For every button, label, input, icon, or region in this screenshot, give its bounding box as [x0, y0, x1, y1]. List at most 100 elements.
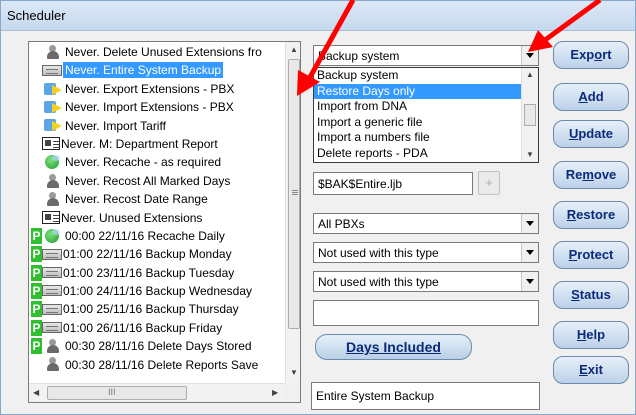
button-accelerator-key: P	[568, 247, 578, 262]
user-icon	[42, 339, 64, 354]
exit-button[interactable]: Exit	[553, 356, 629, 384]
priority-badge	[31, 136, 42, 152]
schedule-type-combo[interactable]: Backup system	[313, 45, 539, 66]
doc-icon	[42, 210, 60, 224]
remove-button[interactable]: Remove	[553, 161, 629, 189]
schedule-item-label: 01:00 24/11/16 Backup Wednesday	[63, 283, 253, 298]
dropdown-scrollbar[interactable]: ▲ ▼	[521, 68, 538, 162]
doc-icon	[42, 137, 60, 151]
button-label-part: ove	[593, 167, 617, 182]
schedule-type-dropdown[interactable]: Backup system Restore Days only Import fro…	[313, 67, 539, 163]
schedule-list-item[interactable]: P 00:30 28/11/16 Delete Days Stored	[29, 336, 285, 355]
restore-button[interactable]: Restore	[553, 201, 629, 229]
scroll-right-arrow-icon[interactable]: ▶	[272, 388, 278, 397]
list-vertical-scrollbar[interactable]: ▲ ▼	[285, 42, 300, 383]
dropdown-scroll-up-icon[interactable]: ▲	[526, 70, 534, 79]
schedule-item-label: 00:30 28/11/16 Delete Reports Save	[65, 357, 259, 372]
schedule-list-item[interactable]: P 01:00 26/11/16 Backup Friday	[29, 318, 285, 336]
option-combo-1-value: Not used with this type	[318, 246, 439, 260]
schedule-list-item[interactable]: P 01:00 22/11/16 Backup Monday	[29, 244, 285, 263]
list-vertical-scroll-thumb[interactable]	[288, 59, 300, 329]
export-button[interactable]: Export	[553, 41, 629, 69]
tape-icon	[42, 267, 62, 279]
schedule-list-item[interactable]: Never. Recost All Marked Days	[29, 171, 285, 189]
schedule-list-item[interactable]: Never. Export Extensions - PBX	[29, 79, 285, 97]
dropdown-option[interactable]: Delete reports - PDA	[314, 146, 521, 162]
add-button[interactable]: Add	[553, 83, 629, 111]
list-horizontal-scroll-thumb[interactable]: III	[47, 386, 187, 400]
schedule-list-item[interactable]: Never. Recache - as required	[29, 152, 285, 170]
protect-button[interactable]: Protect	[553, 241, 629, 269]
add-filename-button[interactable]: +	[478, 171, 500, 195]
schedule-item-label: Never. Recost All Marked Days	[65, 173, 231, 188]
parameter-field[interactable]	[313, 300, 539, 326]
dropdown-arrow-icon[interactable]	[521, 272, 538, 291]
dropdown-option[interactable]: Restore Days only	[314, 83, 521, 99]
schedule-item-label: Never. Entire System Backup	[63, 62, 224, 79]
button-label-part: rt	[602, 47, 612, 62]
tape-icon	[42, 64, 62, 76]
schedule-list-item[interactable]: Never. Unused Extensions	[29, 208, 285, 226]
button-accelerator-key: A	[578, 89, 588, 104]
priority-badge: P	[31, 264, 42, 281]
priority-badge	[31, 81, 42, 97]
dropdown-option[interactable]: Import from DNA	[314, 99, 521, 115]
option-combo-2[interactable]: Not used with this type	[313, 271, 539, 292]
schedule-list-item[interactable]: Never. Delete Unused Extensions fro	[29, 42, 285, 60]
scroll-down-arrow-icon[interactable]: ▼	[290, 368, 298, 377]
dropdown-scroll-down-icon[interactable]: ▼	[526, 150, 534, 159]
dropdown-option[interactable]: Backup system	[314, 68, 521, 84]
schedule-list-item[interactable]: Never. Recost Date Range	[29, 189, 285, 207]
dropdown-arrow-icon[interactable]	[521, 214, 538, 233]
dropdown-options: Backup system Restore Days only Import fro…	[314, 68, 521, 161]
pbx-value: All PBXs	[318, 217, 365, 231]
update-button[interactable]: Update	[553, 120, 629, 148]
schedule-list-item[interactable]: 00:30 28/11/16 Delete Reports Save	[29, 355, 285, 373]
schedule-list-item[interactable]: Never. Import Extensions - PBX	[29, 97, 285, 115]
button-label-part: pdate	[578, 126, 614, 141]
user-icon	[42, 173, 64, 188]
backup-filename-field[interactable]: $BAK$Entire.ljb	[313, 172, 473, 195]
scroll-up-arrow-icon[interactable]: ▲	[290, 45, 298, 54]
schedule-list-item[interactable]: Never. M: Department Report	[29, 134, 285, 152]
title-bar: Scheduler	[1, 1, 635, 31]
schedule-item-label: Never. Export Extensions - PBX	[65, 81, 235, 96]
globe-icon	[42, 155, 64, 170]
priority-badge: P	[31, 338, 42, 355]
dropdown-arrow-icon[interactable]	[521, 46, 538, 65]
dropdown-arrow-icon[interactable]	[521, 243, 538, 262]
option-combo-1[interactable]: Not used with this type	[313, 242, 539, 263]
button-accelerator-key: m	[582, 167, 594, 182]
button-accelerator-key: E	[579, 362, 588, 377]
dropdown-option[interactable]: Import a generic file	[314, 115, 521, 131]
schedule-item-label: Never. Recache - as required	[65, 155, 222, 170]
grip-icon	[292, 190, 298, 191]
days-included-button[interactable]: Days Included	[315, 334, 472, 360]
schedule-item-label: Never. Import Extensions - PBX	[65, 100, 234, 114]
list-horizontal-scrollbar[interactable]: ◀ III ▶	[29, 383, 285, 402]
schedule-list-item[interactable]: Never. Import Tariff	[29, 116, 285, 134]
status-button[interactable]: Status	[553, 281, 629, 309]
schedule-list-item[interactable]: P 01:00 24/11/16 Backup Wednesday	[29, 281, 285, 299]
description-field[interactable]: Entire System Backup	[311, 382, 540, 410]
dropdown-scroll-thumb[interactable]	[524, 104, 536, 126]
button-accelerator-key: U	[568, 126, 579, 141]
tape-icon	[42, 248, 62, 260]
user-icon	[42, 191, 64, 206]
schedule-item-label: Never. Delete Unused Extensions fro	[65, 44, 262, 59]
schedule-type-value: Backup system	[318, 49, 400, 63]
button-label-part: estore	[576, 207, 616, 222]
help-button[interactable]: Help	[553, 321, 629, 349]
schedule-list-item[interactable]: P 01:00 23/11/16 Backup Tuesday	[29, 263, 285, 281]
schedule-list-item[interactable]: P 01:00 25/11/16 Backup Thursday	[29, 299, 285, 318]
schedule-list-item[interactable]: P 00:00 22/11/16 Recache Daily	[29, 226, 285, 244]
dropdown-option[interactable]: Import a numbers file	[314, 130, 521, 146]
pbx-combo[interactable]: All PBXs	[313, 213, 539, 234]
schedule-list-item[interactable]: Never. Entire System Backup	[29, 60, 285, 79]
user-icon	[42, 44, 64, 59]
schedule-item-label: 01:00 25/11/16 Backup Thursday	[63, 302, 239, 317]
schedule-list[interactable]: Never. Delete Unused Extensions fro Never…	[28, 41, 301, 403]
scroll-left-arrow-icon[interactable]: ◀	[33, 388, 39, 397]
priority-badge	[31, 62, 42, 78]
schedule-item-label: Never. M: Department Report	[61, 136, 218, 151]
